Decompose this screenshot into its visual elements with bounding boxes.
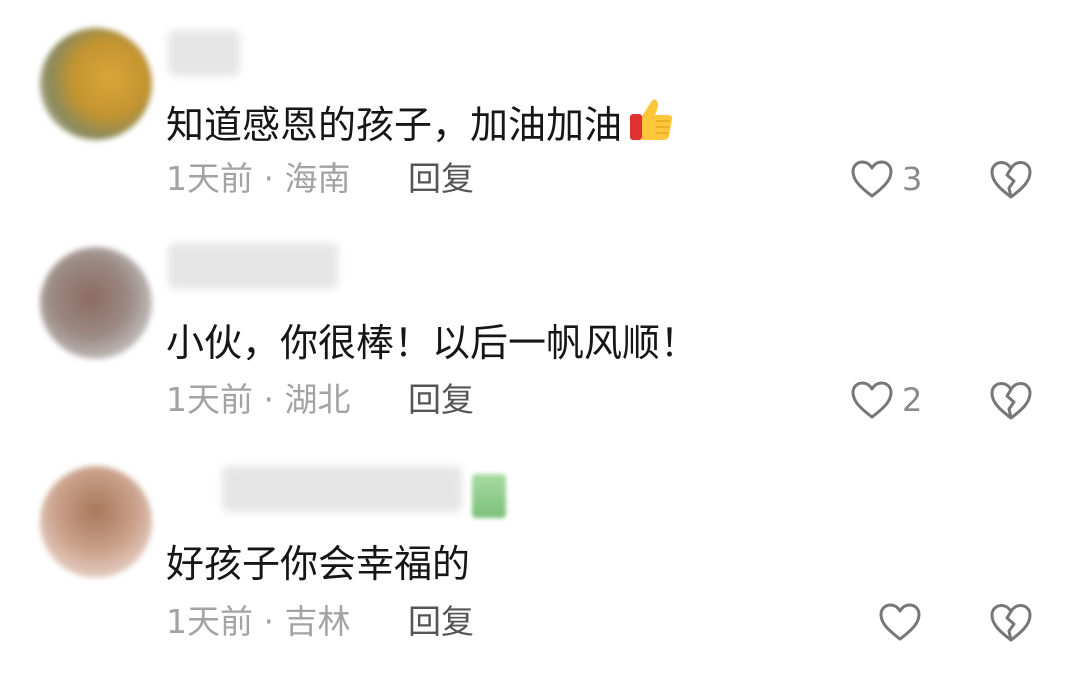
reply-button[interactable]: 回复 — [408, 600, 474, 644]
timestamp: 1天前 — [166, 602, 253, 641]
avatar[interactable] — [40, 247, 152, 359]
broken-heart-icon[interactable] — [988, 378, 1034, 422]
broken-heart-icon[interactable] — [988, 600, 1034, 644]
thumbs-up-icon — [630, 99, 673, 140]
comment-item: 知道感恩的孩子，加油加油 1天前 · 海南 回复 3 — [0, 0, 1080, 225]
username-redacted[interactable] — [168, 243, 338, 289]
comment-item: 好孩子你会幸福的 1天前 · 吉林 回复 — [0, 450, 1080, 675]
comment-meta: 1天前 · 吉林 — [166, 600, 351, 644]
like-count: 3 — [902, 160, 923, 198]
location: 湖北 — [284, 380, 351, 419]
heart-icon — [851, 160, 893, 198]
meta-separator: · — [263, 380, 275, 419]
comment-meta: 1天前 · 海南 — [166, 157, 351, 201]
comment-text: 小伙，你很棒！以后一帆风顺！ — [166, 321, 699, 365]
like-count: 2 — [902, 381, 923, 419]
avatar[interactable] — [40, 466, 152, 578]
location: 海南 — [284, 159, 351, 198]
username-redacted[interactable] — [222, 466, 462, 512]
timestamp: 1天前 — [166, 159, 253, 198]
heart-icon — [879, 603, 921, 641]
broken-heart-icon[interactable] — [988, 157, 1034, 201]
like-button[interactable]: 3 — [850, 157, 922, 201]
timestamp: 1天前 — [166, 380, 253, 419]
username-redacted[interactable] — [168, 30, 240, 76]
reply-button[interactable]: 回复 — [408, 157, 474, 201]
reply-button[interactable]: 回复 — [408, 378, 474, 422]
heart-icon — [851, 381, 893, 419]
comment-text: 好孩子你会幸福的 — [166, 542, 471, 586]
meta-separator: · — [263, 602, 275, 641]
like-button[interactable]: 2 — [850, 378, 922, 422]
like-button[interactable] — [878, 600, 922, 644]
location: 吉林 — [284, 602, 351, 641]
comment-meta: 1天前 · 湖北 — [166, 378, 351, 422]
comment-item: 小伙，你很棒！以后一帆风顺！ 1天前 · 湖北 回复 2 — [0, 225, 1080, 450]
level-badge — [472, 474, 506, 518]
avatar[interactable] — [40, 28, 152, 140]
comment-text: 知道感恩的孩子，加油加油 — [166, 94, 676, 150]
meta-separator: · — [263, 159, 275, 198]
